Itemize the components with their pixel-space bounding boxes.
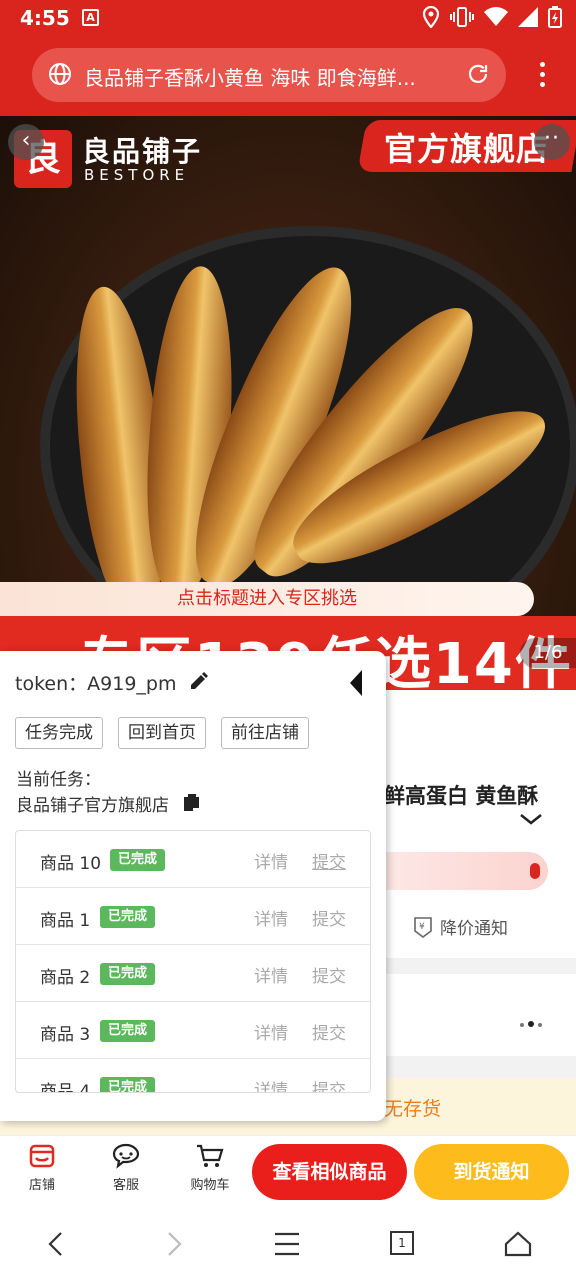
cart-button[interactable]: 购物车	[182, 1142, 238, 1193]
go-store-button[interactable]: 前往店铺	[221, 717, 309, 749]
menu-icon[interactable]	[540, 62, 546, 92]
service-label: 客服	[112, 1178, 139, 1193]
product-image-carousel[interactable]: 良 良品铺子 BESTORE 官方旗舰店 ‹ ·· 点击标题进入专区挑选 专区1…	[0, 116, 576, 690]
status-badge: 已完成	[100, 1077, 156, 1092]
back-button[interactable]: ‹	[8, 124, 44, 160]
home-icon[interactable]	[504, 1231, 532, 1257]
arrival-notify-button[interactable]: 到货通知	[414, 1144, 569, 1200]
table-row: 商品 3 已完成 详情 提交	[16, 1002, 370, 1059]
browser-toolbar: 良品铺子香酥小黄鱼 海味 即食海鲜...	[0, 36, 576, 116]
token-label: token：	[15, 673, 88, 695]
item-name: 商品 3	[40, 1025, 91, 1045]
price-drop-notify[interactable]: ¥ 降价通知	[412, 914, 508, 939]
battery-icon	[548, 6, 562, 28]
flagship-label: 官方旗舰店	[384, 130, 550, 168]
forward-icon[interactable]	[164, 1231, 184, 1257]
globe-icon	[49, 63, 71, 85]
wifi-icon	[484, 7, 508, 27]
tabs-button[interactable]: 1	[390, 1231, 414, 1255]
status-bar: 4:55 A	[0, 0, 576, 36]
detail-link[interactable]: 详情	[254, 1076, 288, 1092]
copy-icon[interactable]	[182, 793, 200, 813]
promo-pill[interactable]: 点击标题进入专区挑选	[0, 582, 534, 616]
action-bar: 店铺 客服 购物车 查看相似商品 到货通知	[0, 1135, 576, 1209]
item-name: 商品 4	[40, 1082, 91, 1093]
price-tag-icon: ¥	[414, 916, 432, 938]
status-icons	[422, 6, 562, 28]
notification-icon: A	[82, 9, 99, 26]
signal-icon	[518, 7, 538, 27]
task-list[interactable]: 商品 10 已完成 详情 提交 商品 1 已完成 详情 提交 商品 2 已完成 …	[15, 830, 371, 1093]
token-value: A919_pm	[87, 673, 177, 695]
submit-link[interactable]: 提交	[312, 1019, 346, 1044]
table-row: 商品 2 已完成 详情 提交	[16, 945, 370, 1002]
brand-name-en: BESTORE	[84, 166, 190, 184]
menu-lines-icon[interactable]	[274, 1231, 300, 1257]
product-title[interactable]: 鲜高蛋白 黄鱼酥	[384, 780, 538, 810]
submit-link[interactable]: 提交	[312, 962, 346, 987]
price-bar	[380, 852, 548, 890]
store-button[interactable]: 店铺	[14, 1142, 70, 1193]
status-badge: 已完成	[110, 849, 166, 871]
more-button[interactable]: ··	[534, 124, 570, 160]
table-row: 商品 4 已完成 详情 提交	[16, 1059, 370, 1093]
current-task-heading: 当前任务：	[16, 770, 101, 790]
back-icon[interactable]	[46, 1231, 66, 1257]
more-dots-icon[interactable]	[520, 1012, 546, 1031]
task-complete-button[interactable]: 任务完成	[15, 717, 103, 749]
page-title: 良品铺子香酥小黄鱼 海味 即食海鲜...	[84, 66, 416, 90]
item-name: 商品 2	[40, 968, 91, 988]
token-display: token：A919_pm	[15, 669, 176, 696]
item-name: 商品 10	[40, 854, 102, 874]
status-badge: 已完成	[100, 1020, 156, 1042]
detail-link[interactable]: 详情	[254, 905, 288, 930]
service-button[interactable]: 客服	[98, 1142, 154, 1193]
table-row: 商品 10 已完成 详情 提交	[16, 831, 370, 888]
cart-icon	[197, 1144, 224, 1167]
current-task-value: 良品铺子官方旗舰店	[16, 796, 169, 816]
status-badge: 已完成	[100, 906, 156, 928]
store-icon	[29, 1144, 55, 1168]
location-icon	[422, 6, 440, 28]
chevron-down-icon[interactable]	[518, 812, 544, 826]
store-label: 店铺	[28, 1178, 55, 1193]
view-similar-button[interactable]: 查看相似商品	[252, 1144, 407, 1200]
stock-label: 无存货	[384, 1098, 442, 1120]
back-home-button[interactable]: 回到首页	[118, 717, 206, 749]
task-panel: token：A919_pm 任务完成 回到首页 前往店铺 当前任务： 良品铺子官…	[0, 651, 386, 1121]
vibrate-icon	[450, 7, 474, 27]
edit-icon[interactable]	[188, 670, 210, 692]
item-name: 商品 1	[40, 911, 91, 931]
chat-icon	[112, 1143, 140, 1169]
browser-nav-bar: 1	[0, 1209, 576, 1280]
svg-text:¥: ¥	[419, 922, 425, 932]
submit-link[interactable]: 提交	[312, 905, 346, 930]
reload-icon[interactable]	[466, 62, 490, 86]
clock: 4:55	[20, 6, 70, 30]
address-bar[interactable]: 良品铺子香酥小黄鱼 海味 即食海鲜...	[32, 48, 506, 102]
table-row: 商品 1 已完成 详情 提交	[16, 888, 370, 945]
brand-name: 良品铺子	[82, 135, 203, 168]
cart-label: 购物车	[190, 1178, 230, 1193]
price-drop-label: 降价通知	[440, 919, 508, 939]
image-counter: 1/6	[520, 638, 576, 668]
detail-link[interactable]: 详情	[254, 848, 288, 873]
status-badge: 已完成	[100, 963, 156, 985]
detail-link[interactable]: 详情	[254, 962, 288, 987]
detail-link[interactable]: 详情	[254, 1019, 288, 1044]
collapse-arrow-icon[interactable]	[348, 669, 364, 697]
submit-link[interactable]: 提交	[312, 1076, 346, 1092]
submit-link[interactable]: 提交	[312, 848, 346, 873]
